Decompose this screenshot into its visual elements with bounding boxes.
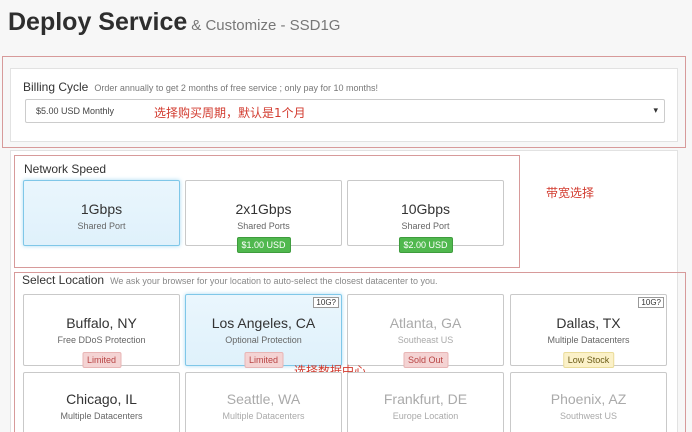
location-title: Seattle, WA: [226, 391, 301, 407]
billing-cycle-title: Billing Cycle: [23, 80, 89, 94]
stock-badge: Low Stock: [562, 352, 615, 368]
stock-badge: Limited: [243, 352, 284, 368]
speed-option-2x1gbps[interactable]: 2x1Gbps Shared Ports $1.00 USD: [185, 180, 342, 253]
location-card-buffalo[interactable]: Buffalo, NY Free DDoS Protection Limited: [23, 294, 180, 368]
location-card-seattle: Seattle, WA Multiple Datacenters: [185, 372, 342, 432]
location-title: Dallas, TX: [556, 315, 621, 331]
speed-option-subtitle: Shared Ports: [237, 221, 290, 231]
location-title: Buffalo, NY: [66, 315, 137, 331]
location-card-atlanta: Atlanta, GA Southeast US Sold Out: [347, 294, 504, 368]
page-title-text: Deploy Service: [8, 8, 188, 36]
location-subtitle: Southeast US: [397, 335, 454, 345]
speed-option-1gbps[interactable]: 1Gbps Shared Port: [23, 180, 180, 246]
location-card-frankfurt: Frankfurt, DE Europe Location: [347, 372, 504, 432]
billing-cycle-value: $5.00 USD Monthly: [36, 106, 115, 116]
10g-tag: 10G?: [313, 297, 339, 308]
page-title: Deploy Service & Customize - SSD1G: [8, 8, 340, 37]
page-subtitle: & Customize - SSD1G: [191, 17, 341, 34]
location-title: Select Location: [22, 273, 105, 287]
billing-cycle-select[interactable]: $5.00 USD Monthly ▾: [25, 99, 665, 123]
location-card-phoenix: Phoenix, AZ Southwest US: [510, 372, 667, 432]
location-label: Select Location We ask your browser for y…: [22, 273, 438, 287]
location-subtitle: Multiple Datacenters: [60, 411, 143, 421]
speed-option-subtitle: Shared Port: [77, 221, 126, 231]
location-title: Los Angeles, CA: [211, 315, 316, 331]
location-note: We ask your browser for your location to…: [110, 276, 438, 286]
stock-badge: Sold Out: [402, 352, 449, 368]
network-annotation: 带宽选择: [546, 186, 595, 200]
location-subtitle: Multiple Datacenters: [547, 335, 630, 345]
location-title: Atlanta, GA: [389, 315, 462, 331]
location-subtitle: Free DDoS Protection: [57, 335, 146, 345]
billing-annotation: 选择购买周期，默认是1个月: [154, 106, 306, 120]
location-title: Chicago, IL: [66, 391, 137, 407]
location-card-chicago[interactable]: Chicago, IL Multiple Datacenters: [23, 372, 180, 432]
stock-badge: Limited: [81, 352, 122, 368]
location-subtitle: Optional Protection: [225, 335, 302, 345]
speed-option-title: 2x1Gbps: [235, 201, 292, 217]
location-title: Frankfurt, DE: [383, 391, 468, 407]
location-title: Phoenix, AZ: [550, 391, 627, 407]
location-card-los-angeles[interactable]: 10G? Los Angeles, CA Optional Protection…: [185, 294, 342, 368]
chevron-down-icon: ▾: [653, 105, 658, 115]
price-badge: $1.00 USD: [236, 237, 291, 253]
price-badge: $2.00 USD: [398, 237, 453, 253]
speed-option-title: 10Gbps: [400, 201, 451, 217]
billing-cycle-note: Order annually to get 2 months of free s…: [94, 83, 379, 93]
location-subtitle: Southwest US: [559, 411, 618, 421]
billing-panel: Billing Cycle Order annually to get 2 mon…: [10, 68, 678, 142]
speed-option-10gbps[interactable]: 10Gbps Shared Port $2.00 USD: [347, 180, 504, 253]
speed-option-subtitle: Shared Port: [401, 221, 450, 231]
location-subtitle: Europe Location: [392, 411, 459, 421]
location-card-dallas[interactable]: 10G? Dallas, TX Multiple Datacenters Low…: [510, 294, 667, 368]
10g-tag: 10G?: [638, 297, 664, 308]
speed-option-title: 1Gbps: [80, 201, 123, 217]
network-speed-label: Network Speed: [24, 162, 107, 176]
billing-cycle-label: Billing Cycle Order annually to get 2 mon…: [23, 80, 378, 94]
location-subtitle: Multiple Datacenters: [222, 411, 305, 421]
